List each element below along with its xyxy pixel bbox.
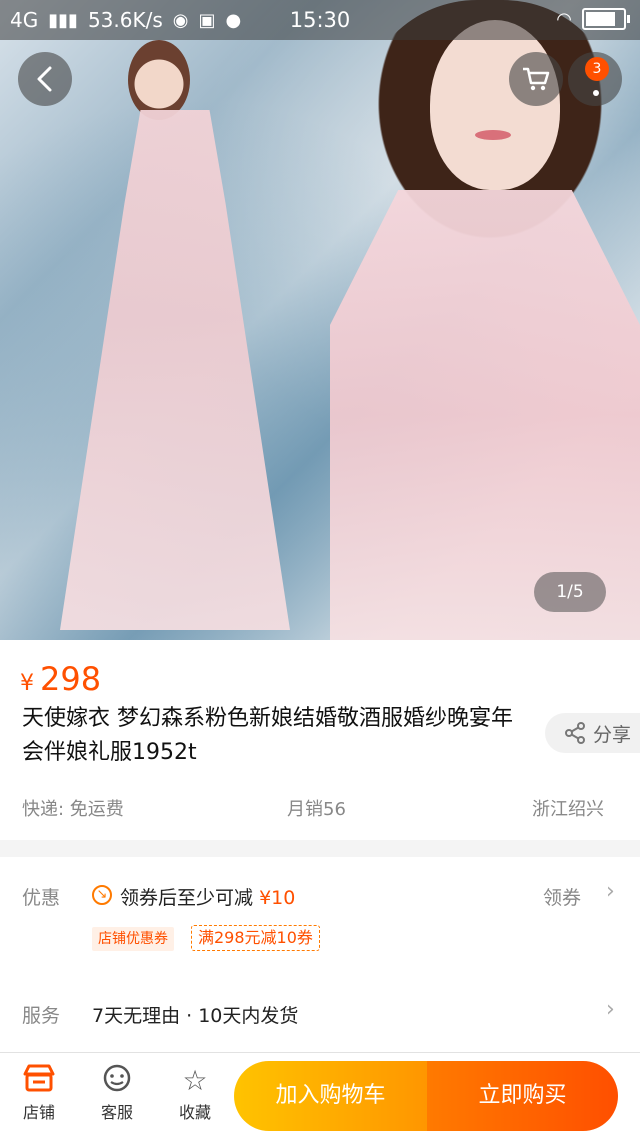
buy-now-button[interactable]: 立即购买 <box>427 1061 618 1131</box>
share-label: 分享 <box>593 723 632 746</box>
product-info-card: ¥298 天使嫁衣 梦幻森系粉色新娘结婚敬酒服婚纱晚宴年会伴娘礼服1952t 分… <box>0 640 640 840</box>
store-coupon-tag: 店铺优惠券 <box>92 927 174 951</box>
store-tab-label: 店铺 <box>22 1103 55 1122</box>
chevron-right-icon[interactable]: › <box>606 879 615 904</box>
more-dot-icon <box>593 90 599 96</box>
bottom-action-bar: 店铺 客服 ☆ 收藏 加入购物车 立即购买 <box>0 1052 640 1139</box>
share-icon <box>565 722 585 744</box>
service-description[interactable]: 7天无理由 · 10天内发货 <box>92 1001 298 1028</box>
battery-icon <box>582 8 630 30</box>
add-to-cart-button[interactable]: 加入购物车 <box>234 1061 427 1131</box>
currency-symbol: ¥ <box>20 671 34 696</box>
service-label: 服务 <box>22 1005 61 1027</box>
coupon-description[interactable]: 领券后至少可减 ¥10 <box>120 883 295 910</box>
back-arrow-icon <box>37 66 52 92</box>
ship-from-location: 浙江绍兴 <box>532 799 604 820</box>
cart-button[interactable] <box>509 52 563 106</box>
status-bar: 4G ▮▮▮ 53.6K/s ◉ ▣ ● 15:30 ◠ <box>0 0 640 40</box>
support-tab-label: 客服 <box>100 1103 133 1122</box>
coupon-text: 领券后至少可减 <box>120 887 254 909</box>
model-head-left <box>128 40 190 120</box>
coupon-amount: ¥10 <box>259 887 296 909</box>
monthly-sales: 月销56 <box>287 799 346 820</box>
gallery-page-indicator: 1/5 <box>534 572 606 612</box>
share-button[interactable]: 分享 <box>545 713 640 753</box>
star-icon: ☆ <box>182 1064 208 1097</box>
get-coupon-link[interactable]: 领券 <box>543 883 581 910</box>
product-title: 天使嫁衣 梦幻森系粉色新娘结婚敬酒服婚纱晚宴年会伴娘礼服1952t <box>22 706 513 765</box>
model-lips <box>475 130 511 140</box>
coupon-icon: ↘ <box>92 885 112 905</box>
chevron-right-icon[interactable]: › <box>606 997 615 1022</box>
back-button[interactable] <box>18 52 72 106</box>
shipping-info: 快递: 免运费 <box>22 799 124 820</box>
discount-tag: 满298元减10券 <box>191 925 320 951</box>
cart-count-badge: 3 <box>585 57 609 81</box>
favorite-tab-label: 收藏 <box>178 1103 211 1122</box>
promotion-section: 优惠 ↘ 领券后至少可减 ¥10 领券 › 店铺优惠券 满298元减10券 服务… <box>0 857 640 1052</box>
favorite-tab[interactable]: ☆ 收藏 <box>160 1063 230 1123</box>
price-value: 298 <box>40 660 102 698</box>
support-chat-icon <box>82 1063 152 1099</box>
support-tab[interactable]: 客服 <box>82 1063 152 1123</box>
wifi-icon: ◠ <box>556 8 572 30</box>
cart-icon <box>523 67 550 91</box>
product-price: ¥298 <box>20 660 101 698</box>
clock: 15:30 <box>289 8 351 32</box>
promotion-label: 优惠 <box>22 887 61 909</box>
store-tab[interactable]: 店铺 <box>4 1063 74 1123</box>
store-icon <box>4 1063 74 1099</box>
